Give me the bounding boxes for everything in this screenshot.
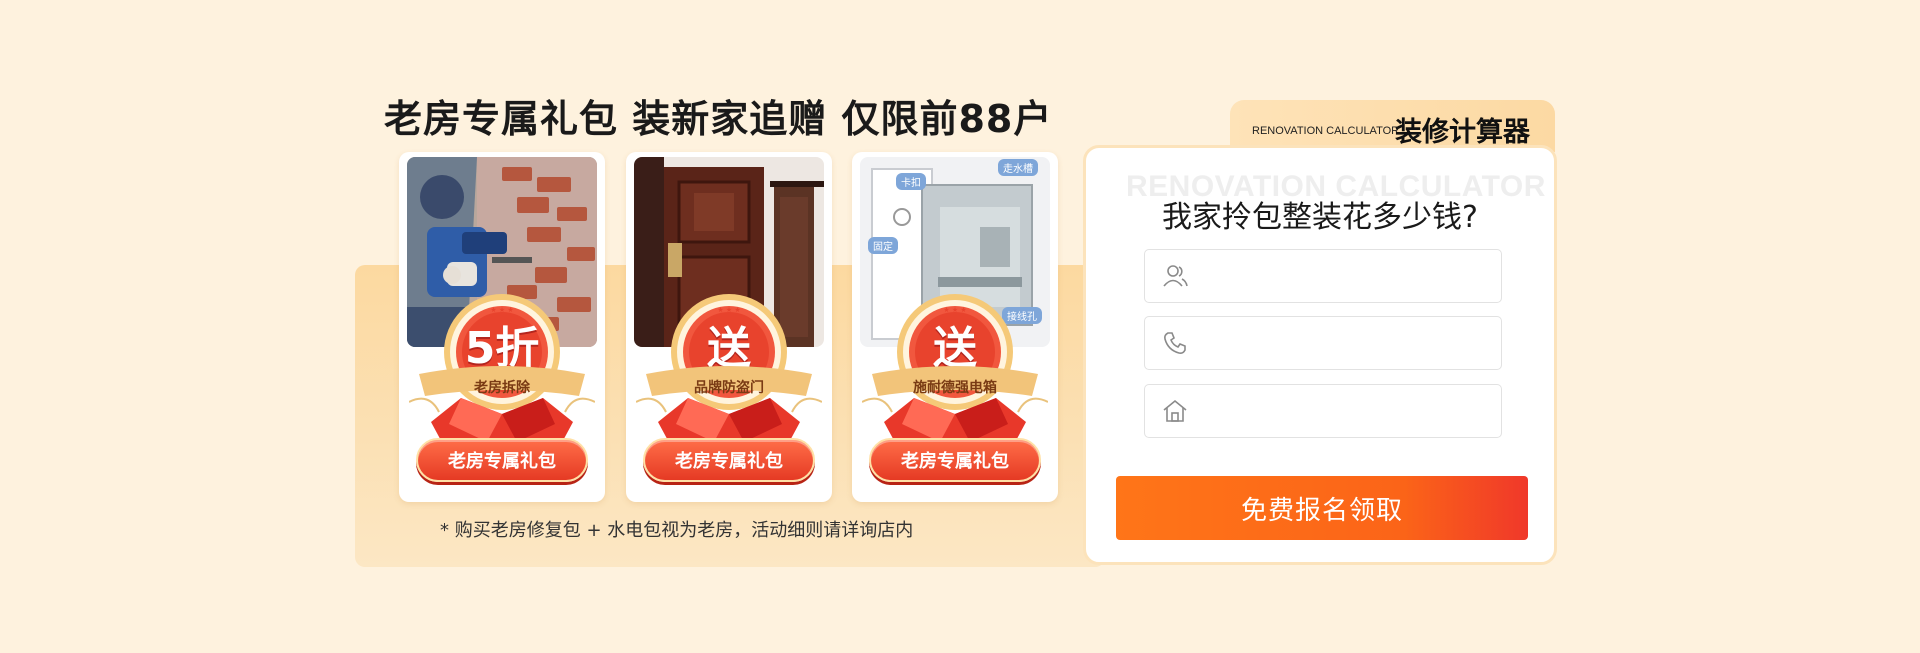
badge-label: 品牌防盗门: [694, 380, 764, 396]
calculator-card: RENOVATION CALCULATOR 我家拎包整装花多少钱? 免费报名领取: [1083, 145, 1557, 565]
promo-card-door[interactable]: ★ ★ ★ 送 品牌防盗门 老房专属礼包: [626, 152, 832, 502]
badge-label: 施耐德强电箱: [913, 380, 997, 396]
promo-card-electric-box[interactable]: 卡扣 走水槽 固定 接线孔 ★ ★ ★ 送 施耐德强电箱 老房专属礼包: [852, 152, 1058, 502]
house-icon: [1163, 399, 1187, 422]
claim-gift-button[interactable]: 老房专属礼包: [643, 438, 815, 482]
house-area-field[interactable]: [1144, 384, 1502, 438]
name-input[interactable]: [1197, 250, 1501, 302]
claim-gift-button[interactable]: 老房专属礼包: [869, 438, 1041, 482]
promo-card-demolition[interactable]: ★ ★ ★ 5折 老房拆除 老房专属礼包: [399, 152, 605, 502]
house-input[interactable]: [1197, 385, 1501, 437]
phone-field[interactable]: [1144, 316, 1502, 370]
calculator-question: 我家拎包整装花多少钱?: [1162, 200, 1478, 235]
claim-gift-button[interactable]: 老房专属礼包: [416, 438, 588, 482]
footnote: * 购买老房修复包 + 水电包视为老房，活动细则请详询店内: [440, 520, 914, 541]
photo-tag: 卡扣: [896, 173, 926, 190]
calculator-tab-title: 装修计算器: [1395, 117, 1530, 148]
badge-label: 老房拆除: [474, 380, 530, 396]
headline: 老房专属礼包 装新家追赠 仅限前88户: [384, 97, 1053, 141]
phone-icon: [1164, 332, 1186, 354]
name-field[interactable]: [1144, 249, 1502, 303]
user-icon: [1163, 265, 1188, 287]
photo-tag: 走水槽: [998, 159, 1038, 176]
submit-button[interactable]: 免费报名领取: [1116, 476, 1528, 540]
phone-input[interactable]: [1197, 317, 1501, 369]
calculator-tab-en: RENOVATION CALCULATOR: [1252, 125, 1400, 137]
photo-tag: 固定: [868, 237, 898, 254]
